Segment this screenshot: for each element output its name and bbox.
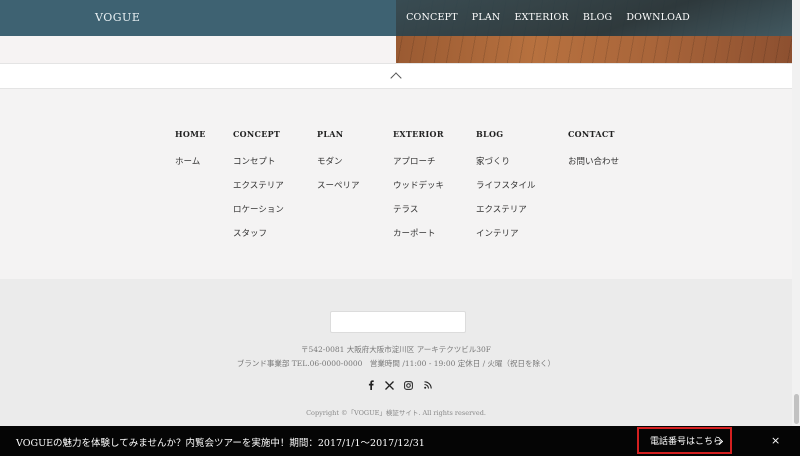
footer-link[interactable]: ロケーション	[233, 203, 284, 227]
footer-column-exterior: EXTERIOR アプローチ ウッドデッキ テラス カーポート	[393, 129, 444, 251]
scrollbar-thumb[interactable]	[794, 394, 799, 424]
footer-link[interactable]: エクステリア	[233, 179, 284, 203]
footer-link[interactable]: テラス	[393, 203, 444, 227]
footer-heading[interactable]: PLAN	[317, 129, 360, 139]
footer-link[interactable]: コンセプト	[233, 155, 284, 179]
footer-column-contact: CONTACT お問い合わせ	[568, 129, 619, 179]
footer-link[interactable]: カーポート	[393, 227, 444, 251]
footer-sitemap: HOME ホーム CONCEPT コンセプト エクステリア ロケーション スタッ…	[0, 89, 792, 279]
promo-bar: VOGUEの魅力を体験してみませんか？内覧会ツアーを実施中！期間：2017/1/…	[0, 426, 800, 456]
copyright-text: Copyright ©「VOGUE」検証サイト. All rights rese…	[306, 409, 486, 417]
footer-link[interactable]: アプローチ	[393, 155, 444, 179]
chevron-up-icon[interactable]	[390, 72, 402, 84]
header-nav-layer: CONCEPT PLAN EXTERIOR BLOG DOWNLOAD	[0, 0, 792, 36]
rss-icon[interactable]	[423, 380, 432, 390]
back-to-top-bar[interactable]	[0, 63, 792, 89]
instagram-icon[interactable]	[404, 380, 413, 390]
footer-heading[interactable]: CONTACT	[568, 129, 619, 139]
footer-link[interactable]: インテリア	[476, 227, 536, 251]
x-icon[interactable]	[385, 380, 394, 390]
nav-item-blog[interactable]: BLOG	[583, 12, 612, 23]
promo-text: VOGUEの魅力を体験してみませんか？内覧会ツアーを実施中！期間：2017/1/…	[16, 438, 425, 449]
footer-column-plan: PLAN モダン スーペリア	[317, 129, 360, 203]
footer-link[interactable]: 家づくり	[476, 155, 536, 179]
phone-number-button[interactable]: 電話番号はこちら	[637, 427, 732, 454]
nav-item-concept[interactable]: CONCEPT	[406, 12, 458, 23]
social-links	[366, 380, 432, 390]
footer-link[interactable]: スーペリア	[317, 179, 360, 203]
footer-bottom: 〒542-0081 大阪府大阪市淀川区 アーキテクツビル30F ブランド事業部 …	[0, 279, 792, 426]
facebook-icon[interactable]	[366, 380, 375, 390]
footer-column-home: HOME ホーム	[175, 129, 206, 179]
footer-link[interactable]: ライフスタイル	[476, 179, 536, 203]
footer-link[interactable]: ホーム	[175, 155, 206, 179]
nav-item-plan[interactable]: PLAN	[472, 12, 501, 23]
footer-column-concept: CONCEPT コンセプト エクステリア ロケーション スタッフ	[233, 129, 284, 251]
footer-heading[interactable]: HOME	[175, 129, 206, 139]
footer-heading[interactable]: CONCEPT	[233, 129, 284, 139]
main-nav: CONCEPT PLAN EXTERIOR BLOG DOWNLOAD	[406, 12, 690, 23]
page-scrollbar[interactable]	[792, 0, 800, 456]
nav-item-exterior[interactable]: EXTERIOR	[514, 12, 568, 23]
footer-link[interactable]: モダン	[317, 155, 360, 179]
footer-link[interactable]: ウッドデッキ	[393, 179, 444, 203]
footer-heading[interactable]: BLOG	[476, 129, 536, 139]
footer-link[interactable]: スタッフ	[233, 227, 284, 251]
phone-button-label: 電話番号はこちら	[650, 437, 723, 447]
company-address: 〒542-0081 大阪府大阪市淀川区 アーキテクツビル30F	[300, 345, 491, 354]
footer-link[interactable]: お問い合わせ	[568, 155, 619, 179]
close-icon[interactable]: ×	[771, 434, 780, 447]
footer-heading[interactable]: EXTERIOR	[393, 129, 444, 139]
nav-item-download[interactable]: DOWNLOAD	[626, 12, 690, 23]
company-contact-hours: ブランド事業部 TEL.06-0000-0000 営業時間 /11:00 - 1…	[236, 359, 556, 368]
footer-link[interactable]: エクステリア	[476, 203, 536, 227]
content-card	[0, 36, 396, 63]
footer-column-blog: BLOG 家づくり ライフスタイル エクステリア インテリア	[476, 129, 536, 251]
footer-banner[interactable]	[330, 311, 466, 333]
